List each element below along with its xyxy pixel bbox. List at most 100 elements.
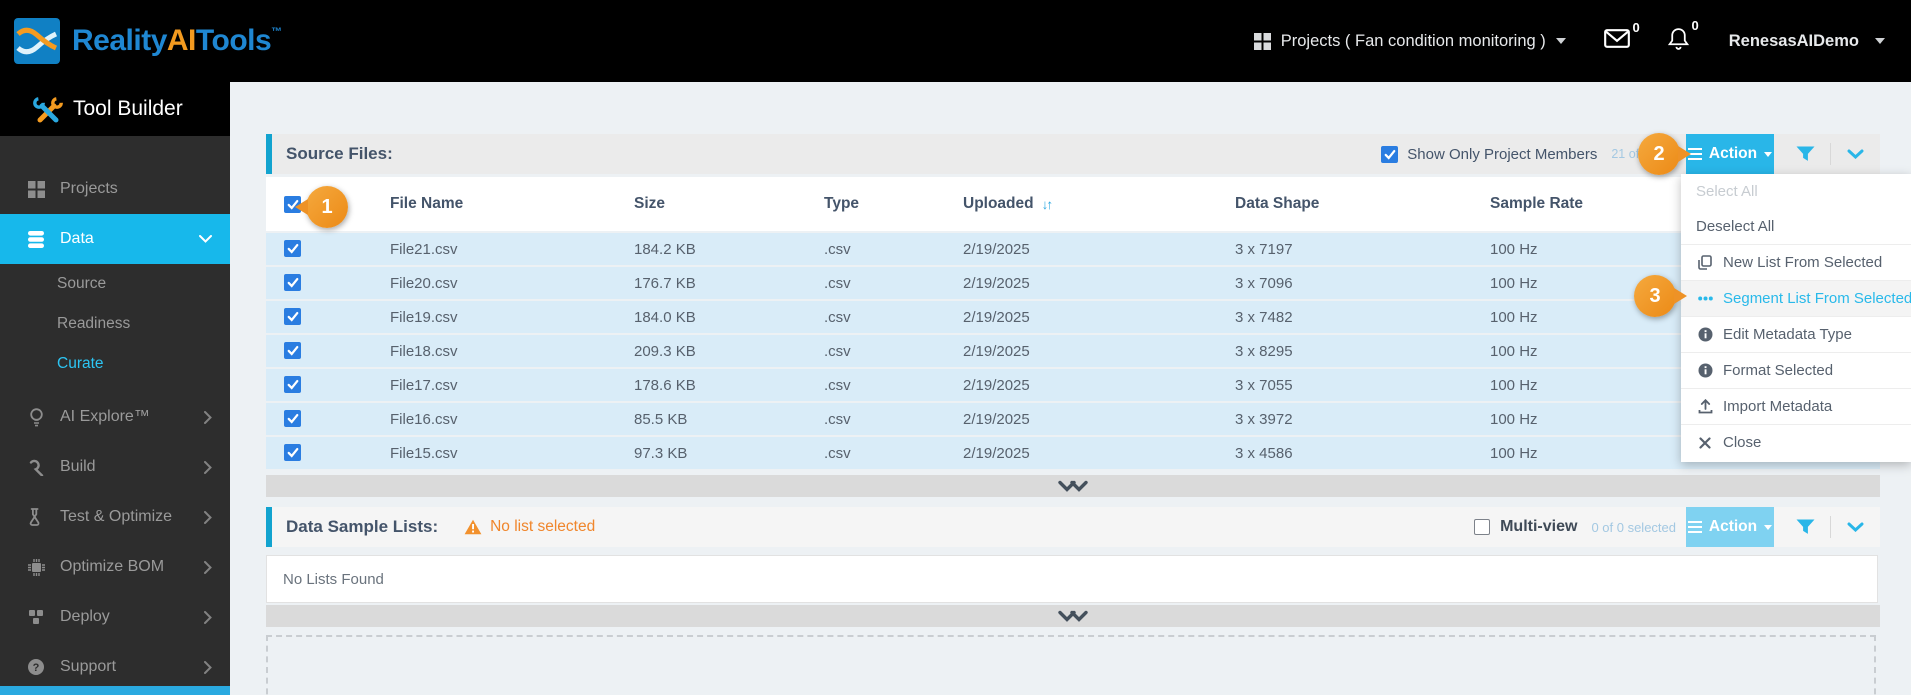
panel-collapse-chevron-icon[interactable] — [1847, 149, 1864, 159]
notifications-button[interactable]: 0 — [1667, 18, 1699, 55]
sidebar-item-support[interactable]: ? Support — [0, 642, 230, 692]
sidebar-item-data[interactable]: Data — [0, 214, 230, 264]
cell-file-name: File15.csv — [390, 444, 458, 462]
bell-icon — [1667, 28, 1689, 50]
column-header-file-name: File Name — [390, 195, 464, 212]
tool-builder-header: Tool Builder — [0, 82, 230, 136]
column-header-uploaded[interactable]: Uploaded ↓↑ — [945, 195, 1217, 213]
user-name: RenesasAIDemo — [1728, 31, 1859, 50]
sidebar-item-build[interactable]: Build — [0, 442, 230, 492]
chevron-right-icon — [204, 510, 212, 524]
app-logo[interactable]: Reality AI Tools ™ — [14, 18, 282, 64]
cell-type: .csv — [824, 342, 851, 360]
table-row[interactable]: File15.csv 97.3 KB .csv 2/19/2025 3 x 45… — [266, 437, 1880, 469]
cell-size: 97.3 KB — [634, 444, 688, 462]
table-row[interactable]: File18.csv 209.3 KB .csv 2/19/2025 3 x 8… — [266, 335, 1880, 367]
menu-item-deselect-all[interactable]: Deselect All — [1681, 209, 1911, 244]
cell-uploaded: 2/19/2025 — [963, 410, 1030, 428]
menu-item-new-list-from-selected[interactable]: New List From Selected — [1681, 244, 1911, 280]
database-icon — [26, 230, 46, 248]
cubes-icon — [26, 609, 46, 626]
chevron-right-icon — [204, 610, 212, 624]
drop-zone-placeholder — [266, 635, 1876, 695]
source-files-title: Source Files: — [286, 144, 393, 163]
step-badge-3: 3 — [1634, 275, 1687, 317]
chevron-down-icon — [199, 235, 212, 243]
logo-text: Reality AI Tools ™ — [72, 24, 282, 57]
chevron-down-icon — [1555, 38, 1566, 44]
row-checkbox[interactable] — [284, 240, 301, 257]
row-checkbox[interactable] — [284, 410, 301, 427]
no-lists-found-message: No Lists Found — [283, 570, 384, 588]
cell-data-shape: 3 x 7055 — [1235, 376, 1293, 394]
menu-item-segment-list-from-selected[interactable]: Segment List From Selected — [1681, 280, 1911, 316]
source-files-action-button[interactable]: Action — [1686, 134, 1774, 174]
cell-uploaded: 2/19/2025 — [963, 376, 1030, 394]
panel-collapse-chevron-icon[interactable] — [1847, 522, 1864, 532]
menu-item-select-all[interactable]: Select All — [1681, 174, 1911, 209]
row-checkbox[interactable] — [284, 308, 301, 325]
sidebar-item-ai-explore[interactable]: AI Explore™ — [0, 392, 230, 442]
source-files-collapse-bar[interactable] — [266, 475, 1880, 497]
cell-file-name: File21.csv — [390, 240, 458, 258]
chevron-right-icon — [204, 560, 212, 574]
sidebar-item-readiness[interactable]: Readiness — [0, 304, 230, 344]
table-header-row: File Name Size Type Uploaded ↓↑ Data Shap… — [266, 177, 1880, 231]
chevron-down-icon — [1875, 38, 1885, 44]
flask-icon — [26, 508, 46, 526]
sidebar-item-projects[interactable]: Projects — [0, 164, 230, 214]
upload-icon — [1696, 399, 1714, 414]
cell-size: 176.7 KB — [634, 274, 696, 292]
menu-item-edit-metadata-type[interactable]: Edit Metadata Type — [1681, 316, 1911, 352]
multi-view-label: Multi-view — [1500, 518, 1578, 535]
sidebar-item-optimize-bom[interactable]: Optimize BOM — [0, 542, 230, 592]
lightbulb-icon — [26, 407, 46, 427]
show-only-project-members-label: Show Only Project Members — [1407, 145, 1598, 163]
filter-icon[interactable] — [1796, 146, 1815, 162]
projects-menu[interactable]: Projects ( Fan condition monitoring ) — [1253, 31, 1566, 51]
cell-size: 85.5 KB — [634, 410, 688, 428]
cell-data-shape: 3 x 7197 — [1235, 240, 1293, 258]
messages-button[interactable]: 0 — [1603, 20, 1640, 53]
no-lists-found-box: No Lists Found — [266, 555, 1878, 603]
table-row[interactable]: File16.csv 85.5 KB .csv 2/19/2025 3 x 39… — [266, 403, 1880, 435]
cell-data-shape: 3 x 7096 — [1235, 274, 1293, 292]
cell-type: .csv — [824, 376, 851, 394]
cell-uploaded: 2/19/2025 — [963, 240, 1030, 258]
chevron-right-icon — [204, 410, 212, 424]
column-header-size: Size — [634, 195, 666, 212]
cell-file-name: File17.csv — [390, 376, 458, 394]
table-row[interactable]: File17.csv 178.6 KB .csv 2/19/2025 3 x 7… — [266, 369, 1880, 401]
menu-item-format-selected[interactable]: Format Selected — [1681, 352, 1911, 388]
table-body: File21.csv 184.2 KB .csv 2/19/2025 3 x 7… — [266, 233, 1880, 469]
divider — [1830, 516, 1831, 538]
row-checkbox[interactable] — [284, 274, 301, 291]
sidebar-item-curate[interactable]: Curate — [0, 344, 230, 384]
row-checkbox[interactable] — [284, 444, 301, 461]
show-only-project-members-checkbox[interactable] — [1381, 145, 1399, 163]
cell-file-name: File20.csv — [390, 274, 458, 292]
sidebar-item-source[interactable]: Source — [0, 264, 230, 304]
data-sample-lists-action-button[interactable]: Action — [1686, 507, 1774, 547]
menu-bars-icon — [1687, 518, 1702, 536]
menu-item-close[interactable]: Close — [1681, 424, 1911, 460]
cell-file-name: File19.csv — [390, 308, 458, 326]
sidebar-item-deploy[interactable]: Deploy — [0, 592, 230, 642]
chevron-right-icon — [204, 460, 212, 474]
table-row[interactable]: File21.csv 184.2 KB .csv 2/19/2025 3 x 7… — [266, 233, 1880, 265]
data-sample-lists-collapse-bar[interactable] — [266, 605, 1880, 627]
step-badge-1: 1 — [295, 186, 348, 228]
menu-item-import-metadata[interactable]: Import Metadata — [1681, 388, 1911, 424]
multi-view-checkbox[interactable] — [1474, 519, 1491, 535]
filter-icon[interactable] — [1796, 519, 1815, 535]
cell-type: .csv — [824, 274, 851, 292]
data-sample-lists-title: Data Sample Lists: — [286, 517, 439, 536]
info-circle-icon — [1696, 363, 1714, 378]
close-icon — [1696, 436, 1714, 449]
messages-count-badge: 0 — [1632, 20, 1640, 35]
projects-menu-label: Projects ( Fan condition monitoring ) — [1280, 31, 1546, 50]
row-checkbox[interactable] — [284, 376, 301, 393]
sidebar-item-test-optimize[interactable]: Test & Optimize — [0, 492, 230, 542]
row-checkbox[interactable] — [284, 342, 301, 359]
user-menu[interactable]: RenesasAIDemo — [1729, 32, 1885, 51]
